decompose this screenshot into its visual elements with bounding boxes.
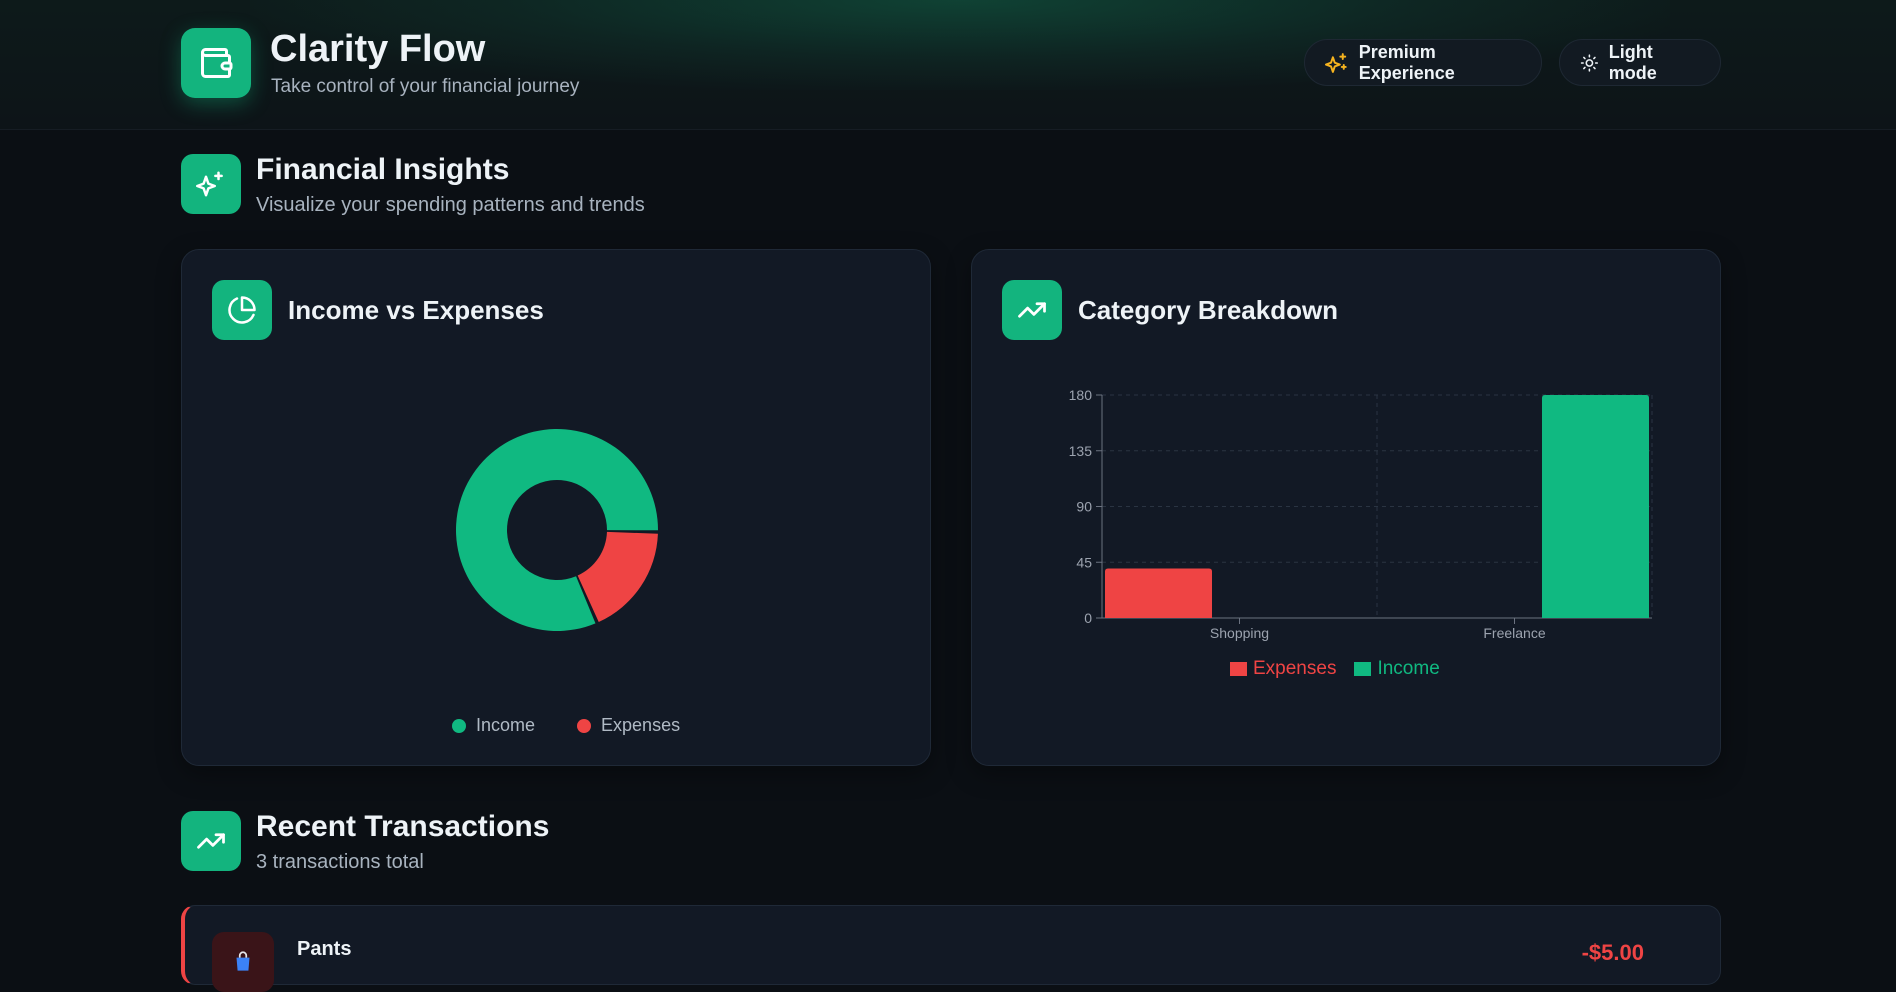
- income-vs-expenses-card: Income vs Expenses Income Expenses: [181, 249, 931, 766]
- shopping-bag-icon: [236, 951, 250, 971]
- x-tick-label: Freelance: [1483, 625, 1545, 641]
- transactions-subtitle: 3 transactions total: [256, 851, 424, 873]
- transaction-icon-box: [212, 932, 274, 992]
- legend-income-swatch: [1354, 662, 1372, 676]
- x-tick-label: Shopping: [1210, 625, 1269, 641]
- y-tick-label: 45: [1076, 554, 1092, 570]
- bar-income-freelance[interactable]: [1542, 395, 1649, 618]
- app-title: Clarity Flow: [270, 28, 486, 70]
- transactions-title: Recent Transactions: [256, 810, 550, 843]
- insights-title: Financial Insights: [256, 153, 510, 186]
- legend-expenses-swatch: [1230, 662, 1247, 676]
- light-mode-toggle[interactable]: Light mode: [1559, 39, 1721, 86]
- legend-income-dot: [452, 718, 466, 733]
- insights-section-icon: [181, 154, 241, 214]
- insights-subtitle: Visualize your spending patterns and tre…: [256, 194, 645, 216]
- legend-expenses-text: Expenses: [1253, 658, 1337, 679]
- category-breakdown-card: Category Breakdown 0 45 90 135 180 Shopping Fr…: [971, 249, 1721, 766]
- sun-icon: [1580, 53, 1599, 72]
- legend-expenses-dot: [577, 718, 592, 733]
- sparkles-icon: [196, 171, 223, 197]
- premium-experience-button[interactable]: Premium Experience: [1304, 39, 1542, 86]
- trending-up-icon: [197, 833, 225, 849]
- transactions-section-icon: [181, 811, 241, 871]
- bar-expenses-shopping[interactable]: [1105, 568, 1212, 618]
- donut-chart: [455, 429, 658, 631]
- transaction-row[interactable]: Pants -$5.00: [181, 905, 1721, 992]
- donut-legend: Income Expenses: [452, 715, 680, 736]
- wallet-icon: [201, 48, 233, 78]
- app-header: Clarity Flow Take control of your financ…: [0, 0, 1896, 130]
- light-mode-label: Light mode: [1608, 41, 1657, 83]
- y-tick-label: 135: [1069, 443, 1093, 459]
- legend-income-text: Income: [1377, 658, 1440, 679]
- donut-slice-expenses[interactable]: [577, 531, 658, 622]
- bar-legend: Expenses Income: [1230, 658, 1440, 680]
- y-tick-label: 90: [1076, 499, 1092, 515]
- bar-chart: 0 45 90 135 180 Shopping Freelance: [1069, 387, 1653, 641]
- app-logo: [181, 28, 251, 98]
- legend-income-label: Income: [476, 715, 536, 735]
- sparkles-icon: [1325, 52, 1347, 73]
- transaction-name: Pants: [297, 938, 352, 960]
- y-tick-label: 180: [1069, 387, 1093, 403]
- legend-expenses-label: Expenses: [601, 715, 681, 735]
- transaction-amount: -$5.00: [1581, 940, 1644, 965]
- y-tick-label: 0: [1084, 610, 1092, 626]
- premium-label: Premium Experience: [1358, 41, 1455, 83]
- app-subtitle: Take control of your financial journey: [271, 76, 580, 97]
